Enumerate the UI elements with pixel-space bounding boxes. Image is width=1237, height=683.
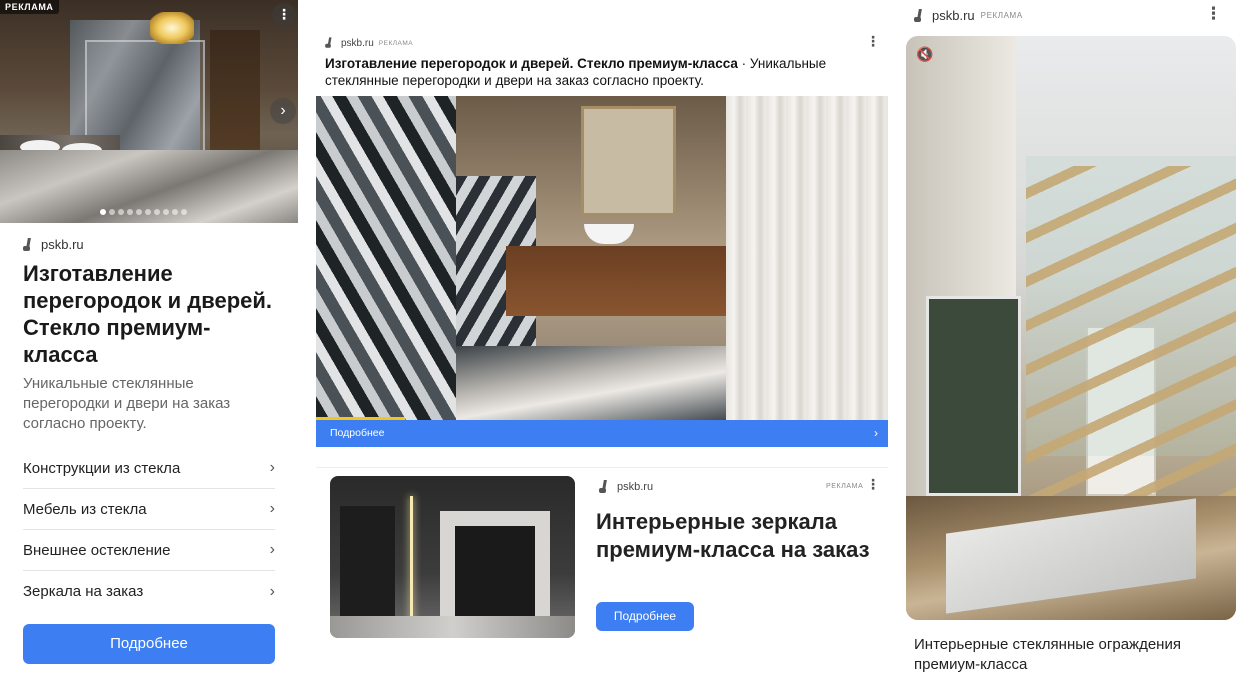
more-bar-button[interactable]: Подробнее › bbox=[316, 420, 888, 447]
image-floor bbox=[456, 346, 726, 420]
image-marble-wall bbox=[316, 96, 456, 420]
ad-title-bold: Изготавление перегородок и дверей. Стекл… bbox=[325, 56, 738, 71]
ad-header[interactable]: pskb.ru РЕКЛАМА bbox=[324, 36, 413, 50]
sitelinks-list: Конструкции из стекла › Мебель из стекла… bbox=[23, 448, 275, 612]
sitelink-label: Конструкции из стекла bbox=[23, 459, 181, 477]
carousel-dot[interactable] bbox=[181, 209, 187, 215]
carousel-dots[interactable] bbox=[100, 209, 187, 215]
ad-card-center-video[interactable]: pskb.ru РЕКЛАМА ⋮ Изготавление перегород… bbox=[316, 28, 888, 447]
carousel-next-button[interactable]: › bbox=[270, 98, 296, 124]
ad-video[interactable]: 🔇 bbox=[906, 36, 1236, 620]
sitelink-furniture[interactable]: Мебель из стекла › bbox=[23, 489, 275, 530]
sitelink-label: Внешнее остекление bbox=[23, 541, 171, 559]
menu-dots-icon[interactable]: ⋮ bbox=[866, 33, 880, 50]
chevron-right-icon: › bbox=[269, 459, 275, 476]
image-floor bbox=[330, 616, 575, 638]
ad-title[interactable]: Изготавление перегородок и дверей. Стекл… bbox=[325, 55, 845, 89]
sitelink-exterior-glazing[interactable]: Внешнее остекление › bbox=[23, 530, 275, 571]
ad-image[interactable] bbox=[330, 476, 575, 638]
image-basin bbox=[584, 224, 634, 244]
chevron-right-icon: › bbox=[269, 541, 275, 558]
carousel-dot[interactable] bbox=[118, 209, 124, 215]
chevron-right-icon: › bbox=[269, 582, 275, 600]
ad-description: Уникальные стеклянные перегородки и двер… bbox=[23, 375, 231, 432]
domain-text: pskb.ru bbox=[617, 481, 654, 493]
ad-image-carousel[interactable]: РЕКЛАМА ⋮ › bbox=[0, 0, 298, 223]
ad-title[interactable]: Интерьерные зеркала премиум-класса на за… bbox=[596, 508, 881, 564]
ad-card-right[interactable]: pskb.ru РЕКЛАМА ⋮ 🔇 Интерьерные стеклянн… bbox=[906, 0, 1236, 683]
carousel-dot[interactable] bbox=[109, 209, 115, 215]
image-doorway bbox=[455, 526, 535, 621]
carousel-dot[interactable] bbox=[136, 209, 142, 215]
carousel-dot[interactable] bbox=[163, 209, 169, 215]
image-vanity bbox=[506, 246, 726, 316]
ad-label: РЕКЛАМА bbox=[826, 483, 864, 490]
image-window bbox=[926, 296, 1021, 496]
ad-card-left[interactable]: РЕКЛАМА ⋮ › pskb.ru Изготавление перегор… bbox=[0, 0, 298, 683]
logo-icon bbox=[599, 480, 611, 494]
carousel-dot[interactable] bbox=[172, 209, 178, 215]
image-curtain bbox=[726, 96, 888, 420]
mute-icon[interactable]: 🔇 bbox=[916, 46, 938, 64]
carousel-dot[interactable] bbox=[100, 209, 106, 215]
ad-header[interactable]: pskb.ru РЕКЛАМА bbox=[914, 8, 1023, 23]
domain-text: pskb.ru bbox=[932, 8, 975, 23]
image-stairs bbox=[1026, 166, 1236, 546]
sitelink-label: Зеркала на заказ bbox=[23, 583, 144, 600]
image-light-strip bbox=[410, 496, 413, 626]
carousel-dot[interactable] bbox=[145, 209, 151, 215]
ad-label: РЕКЛАМА bbox=[378, 39, 414, 47]
logo-icon bbox=[325, 37, 335, 48]
ad-label: РЕКЛАМА bbox=[980, 11, 1023, 20]
more-button[interactable]: Подробнее bbox=[23, 624, 275, 664]
image-mirror bbox=[581, 106, 676, 216]
ad-video[interactable] bbox=[316, 96, 888, 420]
domain-text: pskb.ru bbox=[341, 37, 374, 49]
sitelink-constructions[interactable]: Конструкции из стекла › bbox=[23, 448, 275, 489]
ad-header[interactable]: pskb.ru bbox=[599, 480, 653, 494]
ad-caption[interactable]: Интерьерные стеклянные ограждения премиу… bbox=[914, 635, 1214, 675]
more-bar-label: Подробнее bbox=[330, 427, 385, 439]
ad-title[interactable]: Изготавление перегородок и дверей. Стекл… bbox=[23, 260, 273, 368]
more-button[interactable]: Подробнее bbox=[596, 602, 694, 631]
sitelink-mirrors[interactable]: Зеркала на заказ › bbox=[23, 571, 275, 612]
menu-dots-icon[interactable]: ⋮ bbox=[272, 3, 296, 27]
menu-dots-icon[interactable]: ⋮ bbox=[866, 476, 880, 493]
carousel-dot[interactable] bbox=[154, 209, 160, 215]
sitelink-label: Мебель из стекла bbox=[23, 500, 147, 518]
chevron-right-icon: › bbox=[874, 426, 878, 440]
chevron-right-icon: › bbox=[269, 500, 275, 517]
ad-label: РЕКЛАМА bbox=[0, 0, 59, 14]
domain-text: pskb.ru bbox=[41, 237, 84, 252]
image-panel bbox=[340, 506, 395, 621]
ad-domain[interactable]: pskb.ru bbox=[23, 237, 84, 252]
logo-icon bbox=[914, 9, 926, 23]
logo-icon bbox=[23, 238, 35, 252]
ad-card-center-mirrors[interactable]: pskb.ru РЕКЛАМА ⋮ Интерьерные зеркала пр… bbox=[316, 467, 888, 643]
menu-dots-icon[interactable]: ⋮ bbox=[1205, 4, 1222, 24]
carousel-dot[interactable] bbox=[127, 209, 133, 215]
image-chandelier bbox=[150, 12, 194, 44]
